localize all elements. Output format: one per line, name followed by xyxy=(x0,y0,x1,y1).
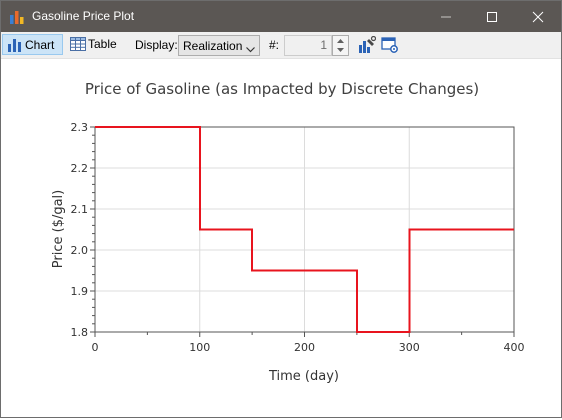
minimize-button[interactable] xyxy=(423,1,469,32)
y-axis-label: Price ($/gal) xyxy=(51,190,66,268)
table-icon xyxy=(70,37,86,58)
bar-chart-icon xyxy=(7,38,22,59)
x-tick-label: 100 xyxy=(189,341,210,354)
realization-number-label: #: xyxy=(269,38,280,52)
y-tick-label: 2.1 xyxy=(71,203,89,216)
chart-view-button[interactable]: Chart xyxy=(2,34,63,55)
display-select-value: Realization xyxy=(183,39,243,53)
table-view-label: Table xyxy=(88,37,117,51)
x-axis-label: Time (day) xyxy=(268,369,339,384)
y-tick-label: 2.3 xyxy=(71,121,89,134)
window-title: Gasoline Price Plot xyxy=(32,9,135,23)
x-tick-label: 300 xyxy=(399,341,420,354)
chart-properties-button[interactable] xyxy=(358,35,378,56)
chevron-down-icon[interactable] xyxy=(337,48,344,52)
plot-window: Gasoline Price Plot Chart Table Display:… xyxy=(0,0,562,418)
chart-properties-icon xyxy=(359,35,377,53)
chart-title: Price of Gasoline (as Impacted by Discre… xyxy=(85,80,479,98)
realization-number-input[interactable]: 1 xyxy=(284,35,332,56)
chevron-down-icon xyxy=(246,42,255,56)
x-tick-label: 0 xyxy=(92,341,99,354)
bar-chart-icon xyxy=(9,9,25,25)
window-settings-icon xyxy=(381,37,398,53)
title-bar[interactable]: Gasoline Price Plot xyxy=(1,1,561,32)
x-tick-label: 200 xyxy=(294,341,315,354)
y-tick-label: 2.2 xyxy=(71,162,89,175)
x-tick-label: 400 xyxy=(504,341,525,354)
window-settings-button[interactable] xyxy=(381,36,401,56)
y-tick-label: 2.0 xyxy=(71,244,89,257)
y-tick-label: 1.9 xyxy=(71,285,89,298)
gasoline-price-chart: Price of Gasoline (as Impacted by Discre… xyxy=(51,80,525,384)
realization-stepper[interactable] xyxy=(332,35,349,56)
maximize-icon xyxy=(487,12,497,22)
minor-ticks xyxy=(92,134,463,335)
chevron-up-icon[interactable] xyxy=(337,39,344,43)
minimize-icon xyxy=(441,16,451,18)
x-axis-ticks: 0 100 200 300 400 xyxy=(92,332,525,354)
table-view-button[interactable]: Table xyxy=(66,34,120,55)
close-button[interactable] xyxy=(515,1,561,32)
y-tick-label: 1.8 xyxy=(71,326,89,339)
toolbar: Chart Table Display: Realization #: 1 xyxy=(1,32,561,59)
display-label: Display: xyxy=(135,38,178,52)
y-axis-ticks: 1.8 1.9 2.0 2.1 2.2 2.3 xyxy=(71,121,95,339)
display-select[interactable]: Realization xyxy=(178,35,260,56)
close-icon xyxy=(532,11,544,23)
chart-area: Price of Gasoline (as Impacted by Discre… xyxy=(1,59,561,417)
chart-view-label: Chart xyxy=(25,38,55,52)
maximize-button[interactable] xyxy=(469,1,515,32)
